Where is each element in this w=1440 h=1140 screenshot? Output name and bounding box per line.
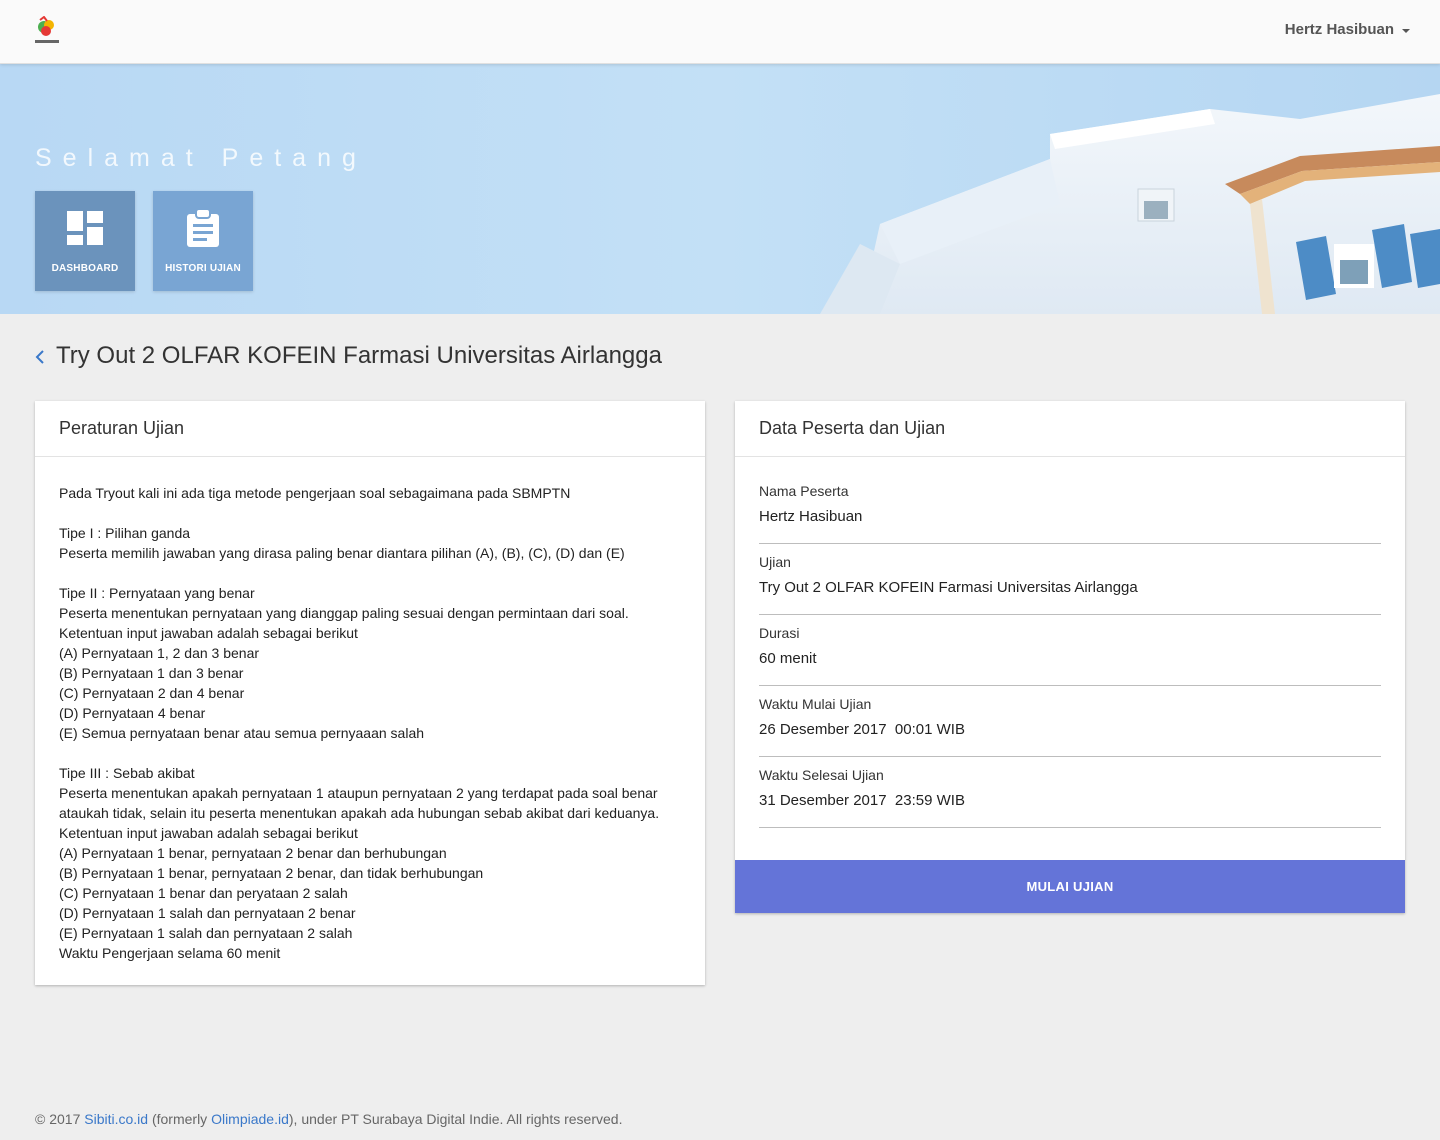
- footer-copyright: © 2017: [35, 1111, 85, 1127]
- rules-card-title: Peraturan Ujian: [35, 401, 705, 457]
- start-exam-button[interactable]: MULAI UJIAN: [735, 860, 1405, 913]
- user-name: Hertz Hasibuan: [1284, 21, 1394, 38]
- participant-name-field: Nama Peserta Hertz Hasibuan: [759, 483, 1381, 544]
- hero-banner: Selamat Petang DASHBOARD HISTORI UJIAN: [0, 64, 1440, 314]
- footer-text-formerly: (formerly: [148, 1111, 212, 1127]
- field-label: Durasi: [759, 625, 800, 641]
- brand-logo-icon[interactable]: [34, 16, 60, 46]
- field-value: 60 menit: [759, 650, 817, 667]
- page-title: Try Out 2 OLFAR KOFEIN Farmasi Universit…: [56, 342, 662, 369]
- rules-line: ataukah tidak, selain itu peserta menent…: [59, 805, 660, 821]
- field-label: Nama Peserta: [759, 483, 849, 499]
- rules-line: Peserta memilih jawaban yang dirasa pali…: [59, 545, 625, 561]
- field-value: 31 Desember 2017 23:59 WIB: [759, 792, 965, 809]
- chevron-left-icon[interactable]: [34, 348, 46, 366]
- rules-line: (A) Pernyataan 1 benar, pernyataan 2 ben…: [59, 845, 447, 861]
- user-menu-dropdown[interactable]: Hertz Hasibuan: [1285, 21, 1410, 38]
- greeting-text: Selamat Petang: [35, 144, 367, 172]
- rules-line: (E) Semua pernyataan benar atau semua pe…: [59, 725, 425, 741]
- rules-card-body: Pada Tryout kali ini ada tiga metode pen…: [35, 457, 705, 963]
- rules-line: Ketentuan input jawaban adalah sebagai b…: [59, 825, 358, 841]
- clipboard-icon: [187, 209, 219, 247]
- history-tile-label: HISTORI UJIAN: [165, 263, 241, 274]
- rules-line: Tipe II : Pernyataan yang benar: [59, 585, 255, 601]
- rules-line: (D) Pernyataan 4 benar: [59, 705, 206, 721]
- rules-line: Peserta menentukan pernyataan yang diang…: [59, 605, 629, 621]
- rules-line: (C) Pernyataan 2 dan 4 benar: [59, 685, 245, 701]
- field-label: Waktu Mulai Ujian: [759, 696, 872, 712]
- rules-line: Pada Tryout kali ini ada tiga metode pen…: [59, 485, 571, 501]
- rules-line: Tipe III : Sebab akibat: [59, 765, 195, 781]
- field-label: Ujian: [759, 554, 791, 570]
- rules-line: (D) Pernyataan 1 salah dan pernyataan 2 …: [59, 905, 356, 921]
- rules-line: (A) Pernyataan 1, 2 dan 3 benar: [59, 645, 260, 661]
- duration-field: Durasi 60 menit: [759, 625, 1381, 686]
- top-navbar: Hertz Hasibuan: [0, 0, 1440, 64]
- field-label: Waktu Selesai Ujian: [759, 767, 884, 783]
- dashboard-tile-button[interactable]: DASHBOARD: [35, 191, 135, 291]
- rules-card: Peraturan Ujian Pada Tryout kali ini ada…: [35, 401, 705, 985]
- field-value: 26 Desember 2017 00:01 WIB: [759, 721, 965, 738]
- rules-line: (C) Pernyataan 1 benar dan peryataan 2 s…: [59, 885, 348, 901]
- data-card-title: Data Peserta dan Ujian: [735, 401, 1405, 457]
- rules-line: (E) Pernyataan 1 salah dan pernyataan 2 …: [59, 925, 353, 941]
- footer: © 2017 Sibiti.co.id (formerly Olimpiade.…: [35, 1111, 622, 1127]
- end-time-field: Waktu Selesai Ujian 31 Desember 2017 23:…: [759, 767, 1381, 828]
- start-time-field: Waktu Mulai Ujian 26 Desember 2017 00:01…: [759, 696, 1381, 757]
- rules-line: Ketentuan input jawaban adalah sebagai b…: [59, 625, 358, 641]
- rules-line: Waktu Pengerjaan selama 60 menit: [59, 945, 281, 961]
- footer-link-olimpiade[interactable]: Olimpiade.id: [211, 1111, 289, 1127]
- history-tile-button[interactable]: HISTORI UJIAN: [153, 191, 253, 291]
- caret-down-icon: [1402, 28, 1410, 33]
- footer-link-sibiti[interactable]: Sibiti.co.id: [84, 1111, 148, 1127]
- field-value: Hertz Hasibuan: [759, 508, 863, 525]
- rules-line: Peserta menentukan apakah pernyataan 1 a…: [59, 785, 658, 801]
- participant-data-card: Data Peserta dan Ujian Nama Peserta Hert…: [735, 401, 1405, 913]
- dashboard-tile-label: DASHBOARD: [51, 263, 119, 274]
- rules-line: (B) Pernyataan 1 benar, pernyataan 2 ben…: [59, 865, 484, 881]
- exam-name-field: Ujian Try Out 2 OLFAR KOFEIN Farmasi Uni…: [759, 554, 1381, 615]
- rules-line: (B) Pernyataan 1 dan 3 benar: [59, 665, 244, 681]
- dashboard-icon: [67, 211, 103, 245]
- rules-line: Tipe I : Pilihan ganda: [59, 525, 191, 541]
- field-value: Try Out 2 OLFAR KOFEIN Farmasi Universit…: [759, 579, 1138, 596]
- footer-text-company: ), under PT Surabaya Digital Indie. All …: [288, 1111, 623, 1127]
